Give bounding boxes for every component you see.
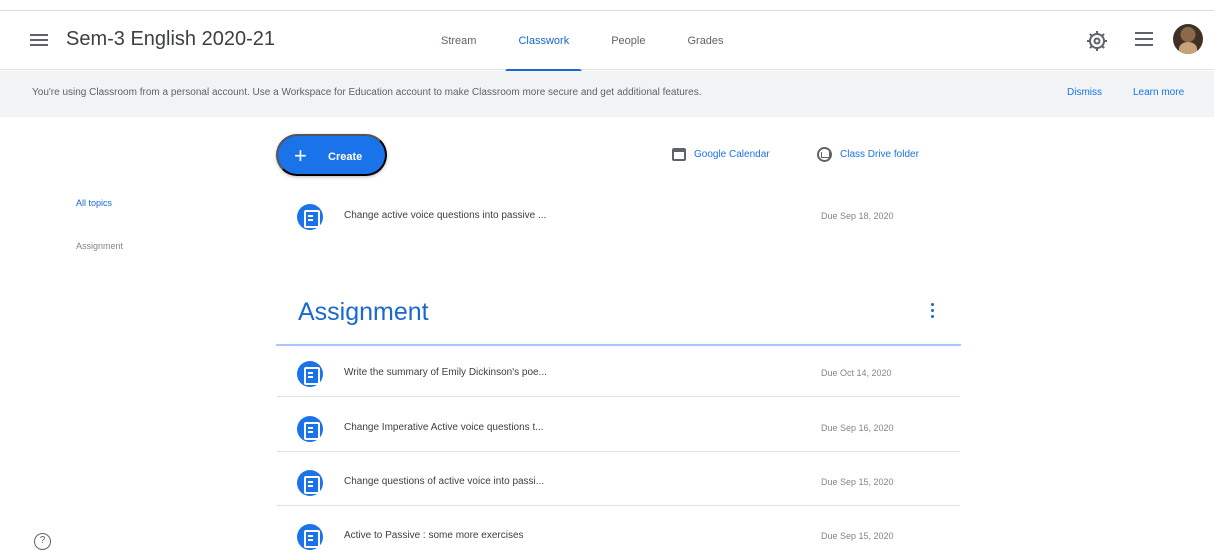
classwork-item-due-date: Due Oct 14, 2020	[821, 368, 892, 378]
classwork-item[interactable]: Change questions of active voice into pa…	[277, 461, 960, 506]
classwork-item-title: Change active voice questions into passi…	[344, 210, 547, 221]
google-calendar-label: Google Calendar	[694, 148, 770, 160]
assignment-icon	[297, 361, 323, 387]
drive-folder-icon	[817, 146, 832, 162]
learn-more-link[interactable]: Learn more	[1133, 87, 1184, 98]
gear-icon[interactable]	[1085, 29, 1109, 53]
classwork-item-due-date: Due Sep 15, 2020	[821, 531, 894, 541]
assignment-icon	[297, 524, 323, 550]
create-label: Create	[328, 151, 363, 163]
assignment-icon	[297, 470, 323, 496]
class-tabs: Stream Classwork People Grades	[420, 11, 745, 72]
classwork-item[interactable]: Write the summary of Emily Dickinson's p…	[277, 352, 960, 397]
classwork-item-due-date: Due Sep 18, 2020	[821, 211, 894, 221]
classwork-item-due-date: Due Sep 16, 2020	[821, 423, 894, 433]
account-avatar[interactable]	[1173, 24, 1203, 54]
assignment-icon	[297, 416, 323, 442]
tab-classwork[interactable]: Classwork	[497, 11, 590, 72]
classwork-item[interactable]: Change active voice questions into passi…	[277, 195, 960, 240]
tab-stream[interactable]: Stream	[420, 11, 497, 71]
notice-message: You're using Classroom from a personal a…	[32, 87, 702, 98]
calendar-icon	[672, 147, 686, 161]
sidebar-item-assignment[interactable]: Assignment	[76, 241, 123, 251]
apps-menu-icon[interactable]	[1135, 32, 1153, 50]
classwork-item-due-date: Due Sep 15, 2020	[821, 477, 894, 487]
topic-more-options-icon[interactable]	[926, 301, 938, 323]
classwork-item-title: Change questions of active voice into pa…	[344, 476, 545, 487]
classwork-item-title: Active to Passive : some more exercises	[344, 530, 524, 541]
create-button[interactable]: + Create	[276, 134, 387, 176]
top-navigation-bar: Sem-3 English 2020-21 Stream Classwork P…	[0, 10, 1214, 72]
google-calendar-link[interactable]: Google Calendar	[672, 145, 770, 163]
help-icon[interactable]: ?	[34, 533, 51, 550]
assignment-icon	[297, 204, 323, 230]
classwork-item-title: Write the summary of Emily Dickinson's p…	[344, 367, 547, 378]
class-drive-folder-link[interactable]: Class Drive folder	[817, 145, 919, 163]
dismiss-notice-button[interactable]: Dismiss	[1067, 87, 1102, 98]
personal-account-notice: You're using Classroom from a personal a…	[0, 71, 1214, 117]
tab-people[interactable]: People	[590, 11, 666, 71]
class-drive-folder-label: Class Drive folder	[840, 148, 919, 160]
classwork-item-title: Change Imperative Active voice questions…	[344, 422, 544, 433]
classwork-item[interactable]: Active to Passive : some more exercises …	[277, 515, 960, 556]
class-title[interactable]: Sem-3 English 2020-21	[66, 28, 275, 51]
topic-divider	[276, 344, 961, 346]
classwork-item[interactable]: Change Imperative Active voice questions…	[277, 407, 960, 452]
plus-icon: +	[294, 143, 307, 168]
main-menu-icon[interactable]	[28, 31, 50, 51]
tab-grades[interactable]: Grades	[666, 11, 744, 71]
assignment-topic-heading: Assignment	[298, 298, 429, 326]
sidebar-item-all-topics[interactable]: All topics	[76, 198, 112, 208]
